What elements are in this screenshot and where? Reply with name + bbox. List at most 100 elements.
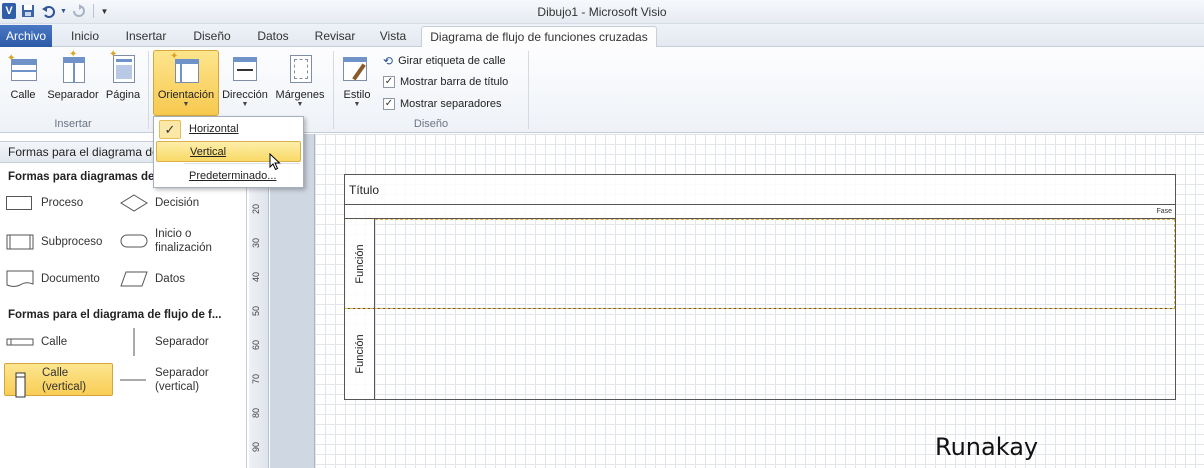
girar-etiqueta-button[interactable]: ⟲ Girar etiqueta de calle xyxy=(383,54,506,68)
insertar-group-label: Insertar xyxy=(54,118,92,130)
shape-documento[interactable]: Documento xyxy=(6,270,100,288)
ruler-label: 40 xyxy=(251,271,261,282)
estilo-icon xyxy=(341,53,373,85)
pagina-button[interactable]: ✦ Página xyxy=(104,49,142,111)
direccion-label: Dirección xyxy=(222,89,268,101)
orientacion-label: Orientación xyxy=(157,89,215,101)
direccion-button[interactable]: Dirección ▼ xyxy=(220,51,270,111)
girar-etiqueta-label: Girar etiqueta de calle xyxy=(398,55,506,67)
shape-label: Decisión xyxy=(155,197,200,209)
orientacion-button[interactable]: ✦ Orientación ▼ xyxy=(153,50,219,116)
margenes-button[interactable]: Márgenes ▼ xyxy=(272,51,328,111)
menu-item-label: Vertical xyxy=(190,146,227,158)
tab-vista[interactable]: Vista xyxy=(372,26,414,47)
calle-icon: ✦ xyxy=(7,53,39,85)
shape-calle-vertical[interactable]: Calle (vertical) xyxy=(4,363,113,397)
shape-label: Calle xyxy=(41,336,68,348)
subprocess-shape-icon xyxy=(6,233,34,251)
watermark-text: Runakay xyxy=(935,433,1039,461)
rotate-label-icon: ⟲ xyxy=(383,54,394,68)
shape-inicio-finalizacion[interactable]: Inicio o finalización xyxy=(120,227,225,255)
group-separator xyxy=(528,51,529,129)
decision-shape-icon xyxy=(120,194,148,212)
shape-subproceso[interactable]: Subproceso xyxy=(6,233,102,251)
shape-label: Datos xyxy=(155,273,186,285)
checkbox-checked-icon[interactable]: ✓ xyxy=(383,98,395,110)
ruler-label: 60 xyxy=(251,339,261,350)
data-shape-icon xyxy=(120,270,148,288)
window-title: Dibujo1 - Microsoft Visio xyxy=(537,5,667,19)
pagina-icon: ✦ xyxy=(107,49,139,85)
swimlane-1-header[interactable]: Función xyxy=(345,219,375,308)
shape-proceso[interactable]: Proceso xyxy=(6,194,83,212)
separator-shape-icon xyxy=(120,328,148,356)
phase-label[interactable]: Fase xyxy=(345,205,1175,219)
ruler-label: 30 xyxy=(251,237,261,248)
shape-label: Documento xyxy=(41,273,100,285)
tab-revisar[interactable]: Revisar xyxy=(308,26,362,47)
checkmark-icon: ✓ xyxy=(159,120,181,139)
calle-button[interactable]: ✦ Calle xyxy=(4,51,42,111)
stencil-title-basic-flowchart[interactable]: Formas para diagramas de xyxy=(8,171,154,183)
mostrar-separadores-checkbox[interactable]: ✓ Mostrar separadores xyxy=(383,98,502,110)
vertical-swimlane-shape-icon xyxy=(7,371,35,397)
stencil-title-cross-functional[interactable]: Formas para el diagrama de flujo de f... xyxy=(8,309,221,321)
separador-button[interactable]: ✦ Separador xyxy=(44,49,102,111)
shape-label: Inicio o finalización xyxy=(155,228,212,254)
shape-label: Subproceso xyxy=(41,236,103,248)
diagram-title[interactable]: Título xyxy=(345,175,1175,205)
title-bar: V ▼ ▼ Dibujo1 - Microsoft Visio xyxy=(0,0,1204,24)
process-shape-icon xyxy=(6,194,34,212)
tab-archivo[interactable]: Archivo xyxy=(0,25,52,47)
shape-separador[interactable]: Separador xyxy=(120,328,209,356)
tab-diagrama-flujo-funciones-cruzadas[interactable]: Diagrama de flujo de funciones cruzadas xyxy=(421,26,657,48)
swimlane-label: Función xyxy=(353,334,366,374)
swimlane-2-header[interactable]: Función xyxy=(345,309,375,399)
direccion-icon xyxy=(229,53,261,85)
dropdown-arrow-icon: ▼ xyxy=(353,101,361,108)
tab-insertar[interactable]: Insertar xyxy=(118,26,174,47)
orientation-dropdown-menu: ✓ Horizontal Vertical Predeterminado... xyxy=(153,116,304,188)
ribbon-tabs: Archivo Inicio Insertar Diseño Datos Rev… xyxy=(0,24,1204,48)
separador-label: Separador xyxy=(47,89,99,101)
ruler-label: 20 xyxy=(251,203,261,214)
ruler-label: 70 xyxy=(251,373,261,384)
swimlane-label: Función xyxy=(353,243,366,284)
mostrar-barra-titulo-checkbox[interactable]: ✓ Mostrar barra de título xyxy=(383,76,508,88)
tab-inicio[interactable]: Inicio xyxy=(62,26,108,47)
group-separator xyxy=(148,51,149,129)
shape-label: Separador (vertical) xyxy=(155,367,209,393)
mostrar-barra-titulo-label: Mostrar barra de título xyxy=(400,76,509,88)
separador-icon: ✦ xyxy=(57,49,89,85)
dropdown-arrow-icon: ▼ xyxy=(182,101,190,108)
swimlane-1[interactable]: Función xyxy=(345,219,1175,309)
menu-item-label: Horizontal xyxy=(189,123,239,135)
estilo-button[interactable]: Estilo ▼ xyxy=(338,51,376,111)
shape-decision[interactable]: Decisión xyxy=(120,194,199,212)
shape-separador-vertical[interactable]: Separador (vertical) xyxy=(120,366,225,394)
menu-separator xyxy=(184,163,300,164)
shape-label: Proceso xyxy=(41,197,84,209)
tab-datos[interactable]: Datos xyxy=(250,26,296,47)
estilo-label: Estilo xyxy=(343,89,371,101)
ruler-label: 80 xyxy=(251,407,261,418)
terminator-shape-icon xyxy=(120,232,148,250)
dropdown-arrow-icon: ▼ xyxy=(296,101,304,108)
shape-calle[interactable]: Calle xyxy=(6,333,67,351)
diseno-group-label: Diseño xyxy=(413,118,449,130)
shape-datos[interactable]: Datos xyxy=(120,270,185,288)
swimlane-shape-icon xyxy=(6,333,34,351)
dropdown-arrow-icon: ▼ xyxy=(241,101,249,108)
tab-diseno[interactable]: Diseño xyxy=(186,26,238,47)
menu-item-label: Predeterminado... xyxy=(189,170,277,182)
shape-label: Separador xyxy=(155,336,209,348)
shape-label: Calle (vertical) xyxy=(42,366,87,393)
cross-functional-diagram[interactable]: Título Fase Función Función xyxy=(344,174,1176,400)
menu-item-horizontal[interactable]: ✓ Horizontal xyxy=(156,119,301,140)
margenes-icon xyxy=(284,53,316,85)
checkbox-checked-icon[interactable]: ✓ xyxy=(383,76,395,88)
ruler-label: 50 xyxy=(251,305,261,316)
orientacion-icon: ✦ xyxy=(170,51,202,85)
group-separator xyxy=(333,51,334,129)
swimlane-2[interactable]: Función xyxy=(345,309,1175,399)
